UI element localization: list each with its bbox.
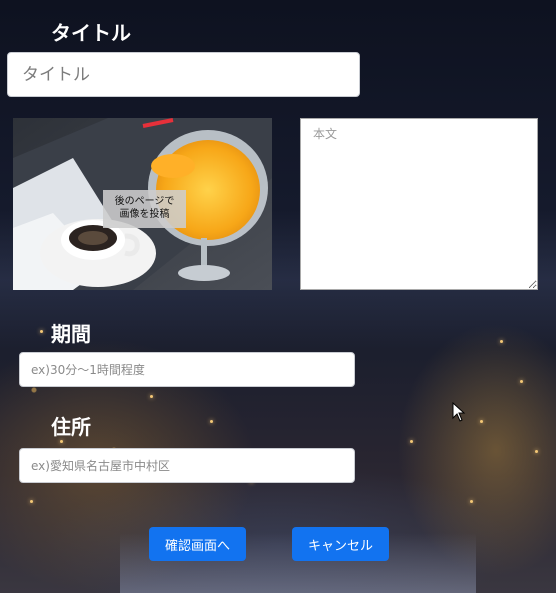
title-input[interactable] <box>7 52 360 97</box>
period-label: 期間 <box>51 322 91 346</box>
title-label: タイトル <box>51 21 131 45</box>
cancel-button[interactable]: キャンセル <box>292 527 389 561</box>
post-form: タイトル タイトル 後のページで 画像を投稿 本文 期間 ex)30分〜1時間程… <box>0 0 556 593</box>
body-textarea[interactable] <box>300 118 538 290</box>
mouse-pointer-icon <box>452 402 466 422</box>
confirm-button[interactable]: 確認画面へ <box>149 527 246 561</box>
image-upload-note: 後のページで 画像を投稿 <box>103 190 186 228</box>
image-upload-note-line2: 画像を投稿 <box>119 209 170 220</box>
image-upload-note-line1: 後のページで <box>114 196 175 207</box>
address-label: 住所 <box>51 415 91 439</box>
address-input[interactable] <box>19 448 355 483</box>
image-placeholder: 後のページで 画像を投稿 <box>13 118 272 290</box>
period-input[interactable] <box>19 352 355 387</box>
